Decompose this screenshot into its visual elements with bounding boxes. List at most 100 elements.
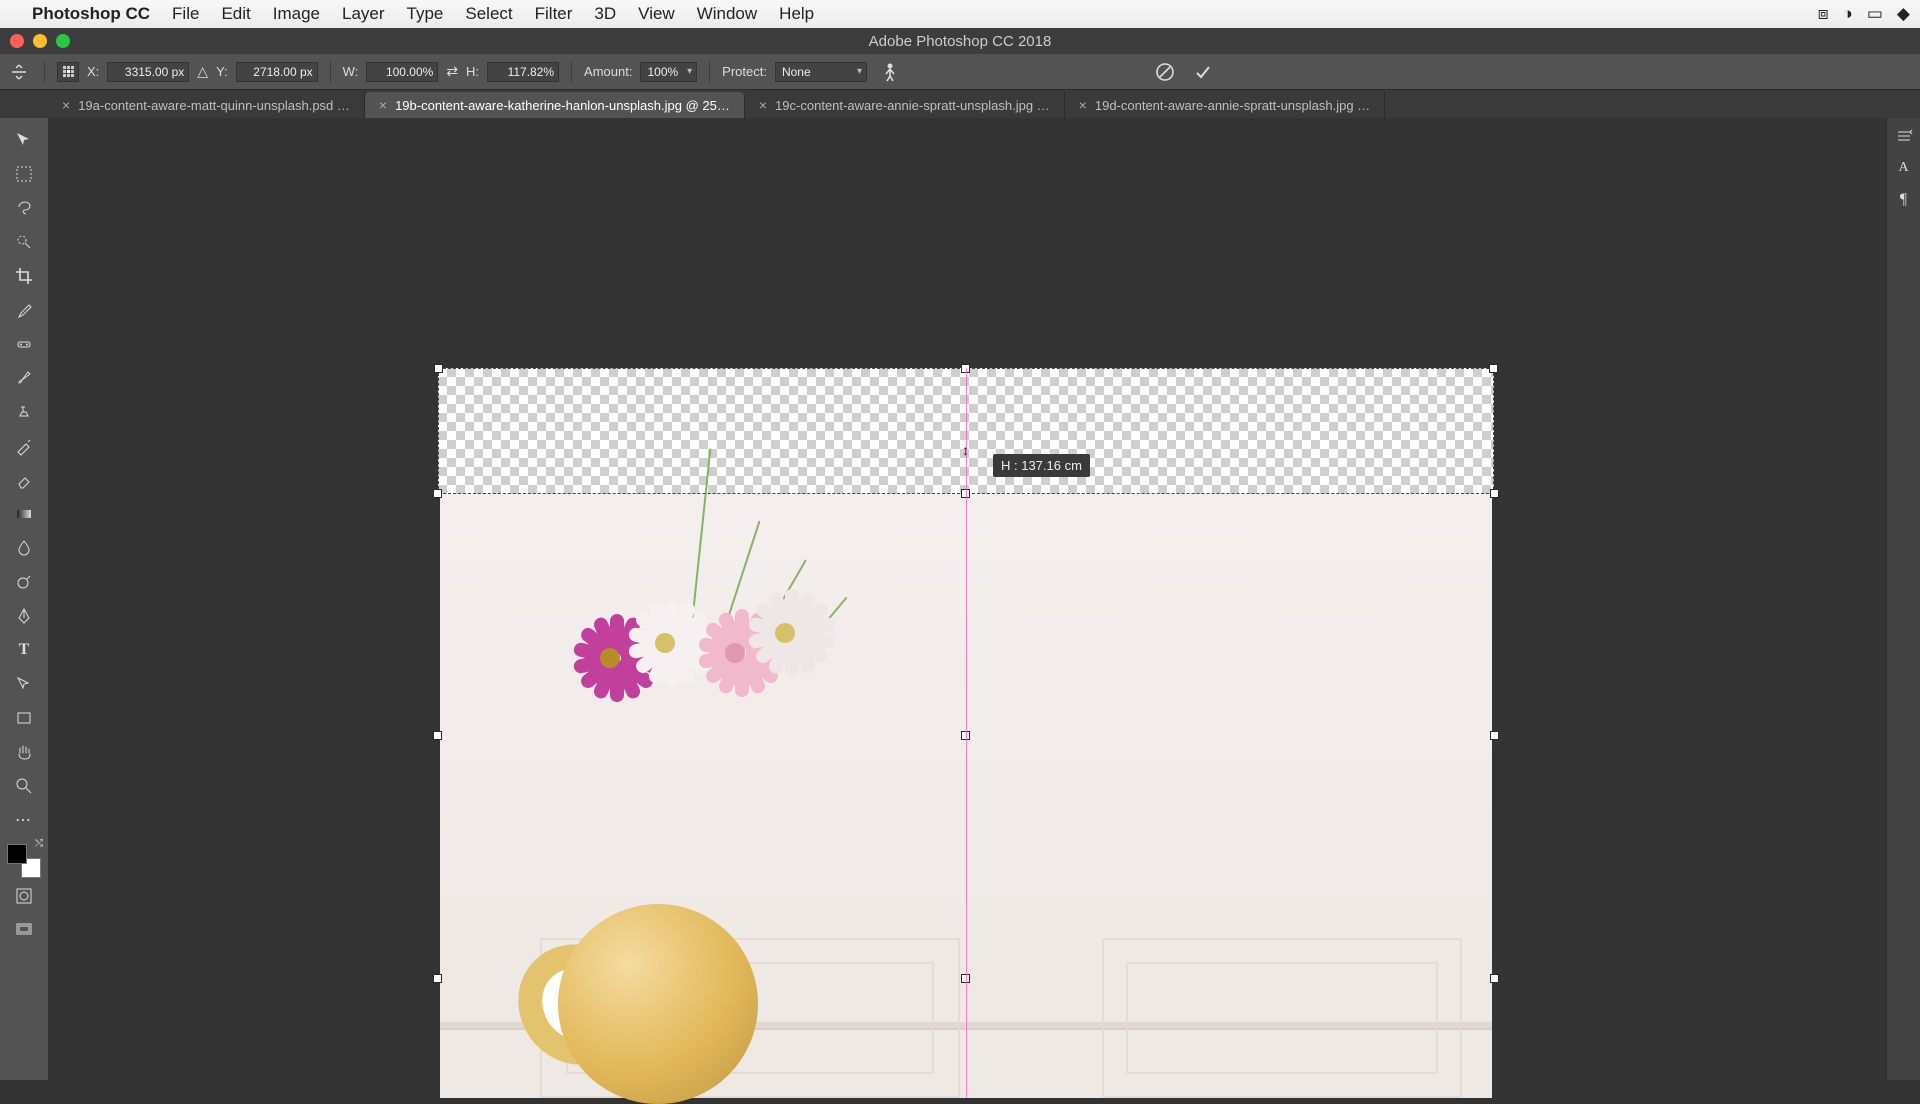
tool-preset-picker[interactable] [6, 59, 32, 85]
menu-image[interactable]: Image [273, 4, 320, 24]
lasso-tool[interactable] [8, 192, 40, 224]
tab-label: 19c-content-aware-annie-spratt-unsplash.… [775, 98, 1050, 113]
menu-layer[interactable]: Layer [342, 4, 385, 24]
h-field[interactable] [487, 62, 559, 82]
toolbox: T ⋯ ⤭ [0, 118, 48, 1080]
transform-handle[interactable] [1489, 364, 1498, 373]
w-field[interactable] [366, 62, 438, 82]
pen-tool[interactable] [8, 600, 40, 632]
mac-tray: ⧈ ◑ ▭ ◆ [1818, 4, 1910, 24]
document-tab[interactable]: × 19d-content-aware-annie-spratt-unsplas… [1065, 92, 1386, 118]
w-label: W: [343, 64, 359, 79]
commit-group [1154, 61, 1914, 83]
resize-cursor-icon: ↕ [962, 442, 969, 458]
tab-close-icon[interactable]: × [379, 97, 387, 113]
menu-file[interactable]: File [172, 4, 199, 24]
x-field[interactable] [107, 62, 189, 82]
transform-handle[interactable] [433, 489, 442, 498]
crop-tool[interactable] [8, 260, 40, 292]
protect-skin-icon[interactable] [883, 62, 897, 82]
workarea: T ⋯ ⤭ [0, 118, 1920, 1080]
dropbox-tray-icon[interactable]: ⧈ [1818, 4, 1829, 24]
paragraph-panel-icon[interactable]: ¶ [1892, 188, 1916, 212]
protect-label: Protect: [722, 64, 767, 79]
character-panel-icon[interactable]: A [1892, 156, 1916, 180]
options-bar: X: △ Y: W: ⇄ H: Amount: 100% Protect: No… [0, 54, 1920, 90]
window-title: Adobe Photoshop CC 2018 [0, 33, 1920, 50]
menu-help[interactable]: Help [779, 4, 814, 24]
transform-handle[interactable] [433, 974, 442, 983]
y-field[interactable] [236, 62, 318, 82]
quick-mask-toggle[interactable] [8, 880, 40, 912]
right-panel-dock: A ¶ [1886, 118, 1920, 1080]
spot-heal-tool[interactable] [8, 328, 40, 360]
blur-tool[interactable] [8, 532, 40, 564]
amount-select[interactable]: 100% [640, 62, 697, 82]
tab-close-icon[interactable]: × [759, 97, 767, 113]
path-select-tool[interactable] [8, 668, 40, 700]
swap-colors-icon[interactable]: ⤭ [35, 838, 43, 849]
background-color-swatch[interactable] [21, 858, 41, 878]
eyedropper-tool[interactable] [8, 294, 40, 326]
transform-handle[interactable] [1490, 489, 1499, 498]
display-tray-icon[interactable]: ▭ [1867, 4, 1883, 24]
menu-select[interactable]: Select [465, 4, 512, 24]
mac-menubar: Photoshop CC File Edit Image Layer Type … [0, 0, 1920, 28]
screen-mode-toggle[interactable] [8, 914, 40, 946]
clone-stamp-tool[interactable] [8, 396, 40, 428]
document-canvas[interactable]: ↕ H : 137.16 cm [438, 368, 1494, 1098]
menu-type[interactable]: Type [407, 4, 444, 24]
transform-handle[interactable] [1490, 731, 1499, 740]
window-titlebar: Adobe Photoshop CC 2018 [0, 28, 1920, 54]
amount-label: Amount: [584, 64, 632, 79]
quick-select-tool[interactable] [8, 226, 40, 258]
document-tab[interactable]: × 19b-content-aware-katherine-hanlon-uns… [365, 92, 745, 118]
menu-3d[interactable]: 3D [594, 4, 616, 24]
transform-readout: H : 137.16 cm [993, 454, 1090, 477]
delta-icon[interactable]: △ [197, 63, 208, 80]
tab-close-icon[interactable]: × [62, 97, 70, 113]
transform-handle[interactable] [433, 731, 442, 740]
foreground-color-swatch[interactable] [7, 844, 27, 864]
siri-tray-icon[interactable]: ◆ [1897, 4, 1910, 24]
more-tools[interactable]: ⋯ [8, 804, 40, 836]
h-label: H: [466, 64, 479, 79]
zoom-tool[interactable] [8, 770, 40, 802]
foreground-background-swatches[interactable]: ⤭ [7, 844, 41, 878]
tab-close-icon[interactable]: × [1079, 97, 1087, 113]
tab-label: 19b-content-aware-katherine-hanlon-unspl… [395, 98, 730, 113]
tab-label: 19a-content-aware-matt-quinn-unsplash.ps… [78, 98, 350, 113]
cc-tray-icon[interactable]: ◑ [1843, 4, 1853, 24]
y-label: Y: [216, 64, 228, 79]
commit-transform-button[interactable] [1192, 61, 1214, 83]
x-label: X: [87, 64, 99, 79]
rectangle-tool[interactable] [8, 702, 40, 734]
history-panel-icon[interactable] [1892, 124, 1916, 148]
document-tab[interactable]: × 19a-content-aware-matt-quinn-unsplash.… [48, 92, 365, 118]
menu-window[interactable]: Window [697, 4, 757, 24]
transform-handle[interactable] [434, 364, 443, 373]
protect-select[interactable]: None [775, 62, 867, 82]
move-tool[interactable] [8, 124, 40, 156]
menu-app[interactable]: Photoshop CC [32, 4, 150, 24]
transform-handle[interactable] [1490, 974, 1499, 983]
document-tabbar: × 19a-content-aware-matt-quinn-unsplash.… [0, 90, 1920, 118]
brush-tool[interactable] [8, 362, 40, 394]
vertical-guide[interactable] [966, 368, 967, 1098]
menu-view[interactable]: View [638, 4, 675, 24]
tab-label: 19d-content-aware-annie-spratt-unsplash.… [1095, 98, 1370, 113]
aspect-link-icon[interactable]: ⇄ [446, 63, 458, 80]
document-tab[interactable]: × 19c-content-aware-annie-spratt-unsplas… [745, 92, 1065, 118]
hand-tool[interactable] [8, 736, 40, 768]
menu-edit[interactable]: Edit [221, 4, 250, 24]
reference-point-grid[interactable] [57, 62, 79, 82]
canvas-area[interactable]: ↕ H : 137.16 cm [48, 118, 1886, 1080]
eraser-tool[interactable] [8, 464, 40, 496]
history-brush-tool[interactable] [8, 430, 40, 462]
type-tool[interactable]: T [8, 634, 40, 666]
menu-filter[interactable]: Filter [535, 4, 573, 24]
dodge-tool[interactable] [8, 566, 40, 598]
rect-marquee-tool[interactable] [8, 158, 40, 190]
cancel-transform-button[interactable] [1154, 61, 1176, 83]
gradient-tool[interactable] [8, 498, 40, 530]
